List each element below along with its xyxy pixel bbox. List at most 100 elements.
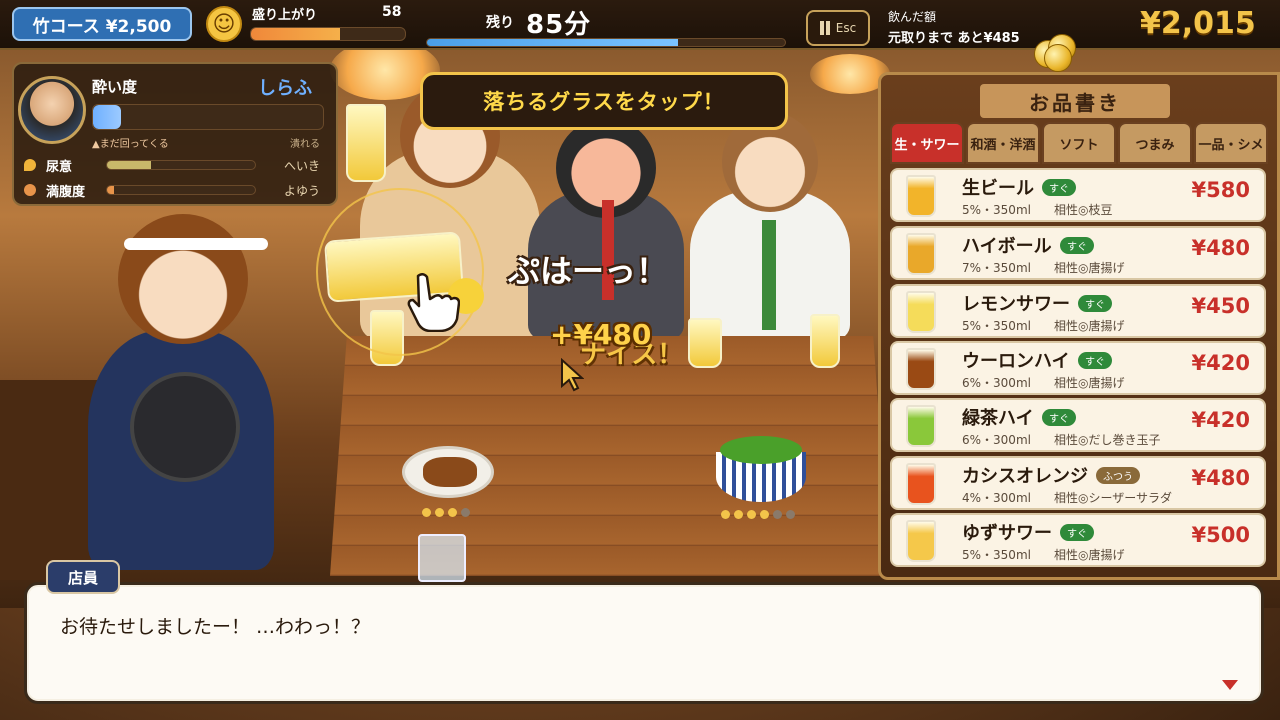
menu-item[interactable]: ウーロンハイ すぐ 6%・300ml 相性◎唐揚げ ¥420 [890, 341, 1266, 395]
fullness-icon [24, 184, 36, 196]
menu-item[interactable]: レモンサワー すぐ 5%・350ml 相性◎唐揚げ ¥450 [890, 284, 1266, 338]
progress-dot [773, 510, 782, 519]
drink-glass-icon [906, 463, 936, 505]
total-drank-amount: ¥2,015 [1140, 6, 1256, 41]
tab-sake-liquor[interactable]: 和酒・洋酒 [966, 122, 1040, 164]
mood-bar [250, 27, 406, 41]
menu-item-pairing: 相性◎だし巻き玉子 [1054, 433, 1161, 447]
menu-item-price: ¥420 [1191, 351, 1250, 375]
waitress-head [118, 214, 248, 344]
menu-title: お品書き [980, 84, 1170, 118]
menu-item-abv-volume: 6%・300ml [962, 376, 1031, 390]
course-badge: 竹コース ¥2,500 [12, 7, 192, 41]
menu-item-name: 生ビール [962, 178, 1034, 199]
menu-item[interactable]: カシスオレンジ ふつう 4%・300ml 相性◎シーザーサラダ ¥480 [890, 456, 1266, 510]
drink-glass-icon [906, 291, 936, 333]
tab-dishes[interactable]: 一品・シメ [1194, 122, 1268, 164]
menu-item-name: 緑茶ハイ [962, 408, 1034, 429]
edamame-progress-dots [721, 510, 795, 519]
gain-popup: +¥480 [550, 318, 652, 351]
serve-speed-badge: すぐ [1060, 237, 1094, 254]
progress-dot [734, 510, 743, 519]
menu-item-pairing: 相性◎唐揚げ [1054, 376, 1125, 390]
menu-item-price: ¥480 [1191, 466, 1250, 490]
menu-item-name: ハイボール [962, 236, 1052, 257]
drink-glass-icon [906, 520, 936, 562]
glass-on-table [688, 318, 722, 368]
necktie [762, 220, 776, 330]
drunk-level-label: 酔い度 [92, 78, 138, 96]
menu-item[interactable]: 緑茶ハイ すぐ 6%・300ml 相性◎だし巻き玉子 ¥420 [890, 398, 1266, 452]
pointing-hand-icon [407, 273, 460, 332]
fullness-label: 満腹度 [46, 185, 86, 200]
drunk-note: ▲まだ回ってくる [92, 139, 169, 150]
player-avatar [18, 76, 86, 144]
time-bar [426, 38, 786, 47]
tab-label: ソフト [1059, 137, 1099, 153]
tab-nama-sour[interactable]: 生・サワー [890, 122, 964, 164]
menu-item-price: ¥480 [1191, 236, 1250, 260]
menu-item[interactable]: ゆずサワー すぐ 5%・350ml 相性◎唐揚げ ¥500 [890, 513, 1266, 567]
time-remaining-value: 85分 [526, 10, 592, 40]
menu-item-price: ¥420 [1191, 408, 1250, 432]
menu-item[interactable]: ハイボール すぐ 7%・350ml 相性◎唐揚げ ¥480 [890, 226, 1266, 280]
drink-glass-icon [906, 175, 936, 217]
time-bar-fill [427, 39, 678, 46]
tab-soft-drinks[interactable]: ソフト [1042, 122, 1116, 164]
speaker-name: 店員 [46, 560, 120, 594]
karaage-plate[interactable] [402, 446, 494, 498]
menu-item-pairing: 相性◎シーザーサラダ [1054, 491, 1172, 505]
esc-label: Esc [835, 21, 857, 35]
menu-item-pairing: 相性◎枝豆 [1054, 203, 1113, 217]
progress-dot [435, 508, 444, 517]
serve-speed-badge: すぐ [1060, 524, 1094, 541]
drunk-level-bar-fill [93, 105, 121, 129]
menu-item-name: レモンサワー [962, 294, 1070, 315]
karaage-progress-dots [422, 508, 470, 517]
menu-item-abv-volume: 5%・350ml [962, 548, 1031, 562]
progress-dot [747, 510, 756, 519]
glass-on-table [810, 314, 840, 368]
bladder-icon [24, 159, 36, 171]
menu-item-price: ¥450 [1191, 294, 1250, 318]
menu-item[interactable]: 生ビール すぐ 5%・350ml 相性◎枝豆 ¥580 [890, 168, 1266, 222]
exclamation-text: ぷはーっ！ [508, 252, 669, 290]
bladder-value: へいき [284, 159, 321, 173]
edamame-bowl[interactable] [716, 436, 806, 502]
drink-glass-icon [906, 233, 936, 275]
serving-tray [130, 372, 240, 482]
hachimaki-headband [124, 238, 268, 250]
serve-speed-badge: すぐ [1078, 295, 1112, 312]
tap-instruction-callout: 落ちるグラスをタップ！ [420, 72, 788, 130]
water-glass [418, 534, 466, 582]
progress-dot [448, 508, 457, 517]
serve-speed-badge: すぐ [1042, 409, 1076, 426]
smile-face-icon: ☺ [206, 6, 242, 42]
dialog-box[interactable] [24, 582, 1264, 704]
bladder-label: 尿意 [46, 160, 73, 175]
bladder-bar-fill [107, 161, 152, 169]
menu-item-abv-volume: 4%・300ml [962, 491, 1031, 505]
karaage-food [423, 457, 477, 487]
drunk-limit-note: 潰れる [290, 139, 320, 150]
fullness-bar-fill [107, 186, 115, 194]
fullness-value: よゆう [284, 184, 321, 198]
menu-item-pairing: 相性◎唐揚げ [1054, 548, 1125, 562]
mood-bar-fill [251, 28, 341, 40]
menu-item-name: カシスオレンジ [962, 466, 1088, 487]
edamame-food [720, 436, 802, 464]
pause-icon [819, 21, 830, 35]
progress-dot [760, 510, 769, 519]
progress-dot [786, 510, 795, 519]
serve-speed-badge: すぐ [1042, 179, 1076, 196]
tab-snacks[interactable]: つまみ [1118, 122, 1192, 164]
time-remaining-label: 残り [486, 15, 514, 31]
progress-dot [422, 508, 431, 517]
progress-dot [721, 510, 730, 519]
drank-amount-label: 飲んだ額 [888, 10, 937, 24]
pause-button[interactable]: Esc [806, 10, 870, 46]
menu-item-abv-volume: 7%・350ml [962, 261, 1031, 275]
fullness-bar [106, 185, 256, 195]
advance-arrow-icon[interactable] [1222, 680, 1238, 690]
tab-label: 生・サワー [894, 137, 960, 153]
